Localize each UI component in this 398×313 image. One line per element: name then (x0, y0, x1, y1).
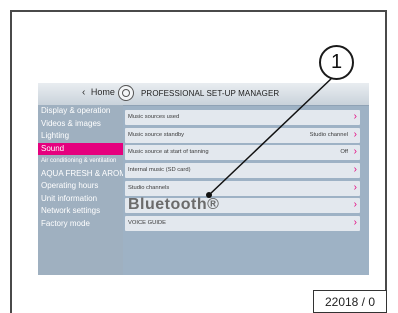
row-label: Studio channels (128, 184, 170, 191)
row-label: Music source standby (128, 131, 185, 138)
top-bar: ‹ Home PROFESSIONAL SET-UP MANAGER (38, 83, 369, 106)
row-voice-guide[interactable]: VOICE GUIDE › (125, 216, 360, 232)
sidebar-item-network-settings[interactable]: Network settings (38, 205, 123, 218)
chevron-right-icon: › (353, 164, 357, 176)
sidebar-item-aqua-fresh[interactable]: AQUA FRESH & AROMA (38, 168, 123, 181)
device-screen: ‹ Home PROFESSIONAL SET-UP MANAGER Displ… (38, 83, 369, 275)
row-music-sources-used[interactable]: Music sources used › (125, 110, 360, 125)
sidebar-item-unit-information[interactable]: Unit information (38, 193, 123, 206)
chevron-right-icon: › (353, 111, 357, 122)
sidebar-item-factory-mode[interactable]: Factory mode (38, 218, 123, 231)
sidebar-item-videos-images[interactable]: Videos & images (38, 118, 123, 131)
row-music-source-standby[interactable]: Music source standby Studio channel › (125, 127, 360, 143)
chevron-right-icon: › (353, 217, 357, 229)
row-label: Music sources used (128, 114, 180, 120)
settings-icon (118, 85, 134, 101)
row-label: Bluetooth® (128, 196, 220, 214)
sidebar-item-sound[interactable]: Sound (38, 142, 123, 155)
row-label: Internal music (SD card) (128, 167, 191, 174)
home-button[interactable]: ‹ Home (82, 87, 115, 98)
row-music-source-start-tanning[interactable]: Music source at start of tanning Off › (125, 145, 360, 161)
home-label: Home (90, 87, 115, 97)
sidebar-item-display-operation[interactable]: Display & operation (38, 105, 123, 118)
page-title: PROFESSIONAL SET-UP MANAGER (141, 89, 280, 98)
row-internal-music[interactable]: Internal music (SD card) › (125, 163, 360, 179)
reference-code: 22018 / 0 (313, 290, 387, 313)
chevron-right-icon: › (353, 128, 357, 140)
row-label: VOICE GUIDE (128, 220, 167, 227)
row-bluetooth[interactable]: Bluetooth® › (125, 196, 360, 214)
row-label: Music source at start of tanning (128, 149, 209, 156)
chevron-left-icon: ‹ (82, 87, 86, 98)
row-value: Studio channel (309, 131, 348, 138)
sidebar-item-operating-hours[interactable]: Operating hours (38, 180, 123, 193)
row-value: Off (340, 149, 348, 156)
sidebar-item-air-conditioning[interactable]: Air conditioning & ventilation (38, 155, 123, 168)
settings-list: Music sources used › Music source standb… (125, 110, 360, 234)
sidebar: Display & operation Videos & images Ligh… (38, 105, 123, 275)
row-studio-channels[interactable]: Studio channels › (125, 180, 360, 196)
sidebar-item-lighting[interactable]: Lighting (38, 130, 123, 143)
chevron-right-icon: › (353, 181, 357, 193)
chevron-right-icon: › (353, 146, 357, 158)
callout-number: 1 (319, 45, 354, 80)
chevron-right-icon: › (353, 199, 357, 211)
